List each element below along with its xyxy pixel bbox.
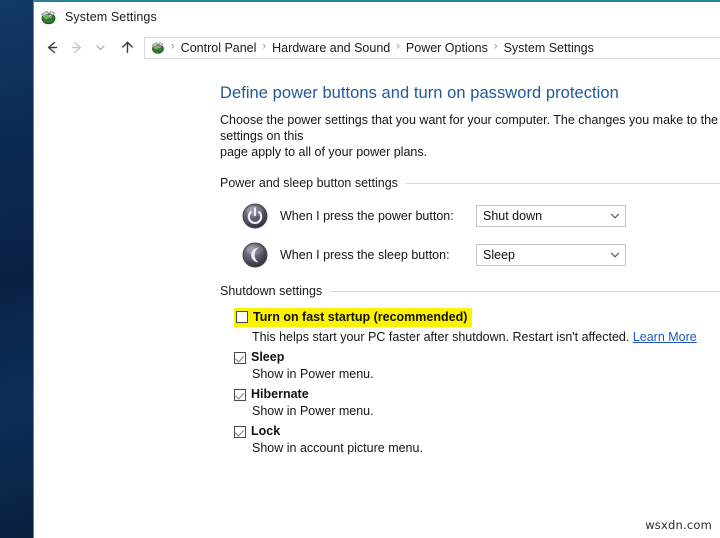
fast-startup-description-text: This helps start your PC faster after sh…	[252, 330, 629, 344]
fast-startup-group: Turn on fast startup (recommended) This …	[234, 308, 720, 346]
window-title: System Settings	[65, 10, 157, 24]
lock-option-group: Lock Show in account picture menu.	[234, 423, 720, 457]
sleep-button-action-value: Sleep	[477, 248, 605, 262]
learn-more-link[interactable]: Learn More	[633, 330, 697, 344]
desktop-background	[0, 0, 34, 538]
sleep-option-description: Show in Power menu.	[234, 366, 720, 383]
sleep-button-setting-label: When I press the sleep button:	[280, 248, 476, 262]
breadcrumb-item-control-panel[interactable]: Control Panel	[178, 41, 260, 55]
breadcrumb-separator: ›	[491, 42, 501, 53]
sleep-checkbox[interactable]	[234, 352, 246, 364]
group-divider-line	[406, 183, 720, 184]
content-pane: Define power buttons and turn on passwor…	[34, 63, 720, 457]
lock-option-description: Show in account picture menu.	[234, 440, 720, 457]
lock-checkbox-row[interactable]: Lock	[234, 423, 720, 440]
shutdown-group-header: Shutdown settings	[220, 284, 720, 298]
power-sleep-group-label: Power and sleep button settings	[220, 176, 406, 190]
shutdown-settings-list: Turn on fast startup (recommended) This …	[220, 308, 720, 457]
sleep-checkbox-row[interactable]: Sleep	[234, 349, 720, 366]
power-options-shield-icon	[38, 7, 58, 27]
sleep-option-group: Sleep Show in Power menu.	[234, 349, 720, 383]
fast-startup-description: This helps start your PC faster after sh…	[234, 329, 720, 346]
address-bar[interactable]: › Control Panel › Hardware and Sound › P…	[144, 37, 720, 59]
chevron-down-icon[interactable]	[88, 36, 112, 60]
fast-startup-label: Turn on fast startup (recommended)	[253, 309, 467, 325]
power-button-icon	[242, 203, 268, 229]
page-title: Define power buttons and turn on passwor…	[220, 84, 720, 103]
power-button-action-value: Shut down	[477, 209, 605, 223]
breadcrumb-item-hardware-and-sound[interactable]: Hardware and Sound	[269, 41, 393, 55]
navigation-bar: › Control Panel › Hardware and Sound › P…	[34, 32, 720, 63]
hibernate-checkbox[interactable]	[234, 389, 246, 401]
lock-option-label: Lock	[251, 423, 280, 440]
watermark: wsxdn.com	[645, 518, 712, 532]
address-bar-power-options-shield-icon	[149, 39, 166, 56]
breadcrumb-separator: ›	[168, 42, 178, 53]
hibernate-option-group: Hibernate Show in Power menu.	[234, 386, 720, 420]
chevron-down-icon	[605, 210, 625, 222]
shutdown-group-label: Shutdown settings	[220, 284, 330, 298]
fast-startup-checkbox-row[interactable]: Turn on fast startup (recommended)	[234, 308, 472, 327]
power-button-setting-label: When I press the power button:	[280, 209, 476, 223]
sleep-moon-icon	[242, 242, 268, 268]
sleep-option-label: Sleep	[251, 349, 284, 366]
up-arrow-icon[interactable]	[115, 36, 139, 60]
chevron-down-icon	[605, 249, 625, 261]
power-button-action-select[interactable]: Shut down	[476, 205, 626, 227]
hibernate-option-description: Show in Power menu.	[234, 403, 720, 420]
power-button-setting-row: When I press the power button: Shut down	[220, 203, 720, 229]
hibernate-option-label: Hibernate	[251, 386, 309, 403]
breadcrumb-separator: ›	[393, 42, 403, 53]
screen: System Settings	[0, 0, 720, 538]
window-titlebar: System Settings	[34, 2, 720, 32]
lock-checkbox[interactable]	[234, 426, 246, 438]
sleep-button-setting-row: When I press the sleep button: Sleep	[220, 242, 720, 268]
power-sleep-group-header: Power and sleep button settings	[220, 176, 720, 190]
system-settings-window: System Settings	[33, 0, 720, 538]
page-description: Choose the power settings that you want …	[220, 112, 720, 160]
breadcrumb-separator: ›	[259, 42, 269, 53]
forward-arrow-icon	[64, 36, 88, 60]
breadcrumb-item-system-settings[interactable]: System Settings	[501, 41, 597, 55]
fast-startup-checkbox[interactable]	[236, 311, 248, 323]
sleep-button-action-select[interactable]: Sleep	[476, 244, 626, 266]
breadcrumb-item-power-options[interactable]: Power Options	[403, 41, 491, 55]
back-arrow-icon[interactable]	[40, 36, 64, 60]
hibernate-checkbox-row[interactable]: Hibernate	[234, 386, 720, 403]
group-divider-line	[330, 291, 720, 292]
